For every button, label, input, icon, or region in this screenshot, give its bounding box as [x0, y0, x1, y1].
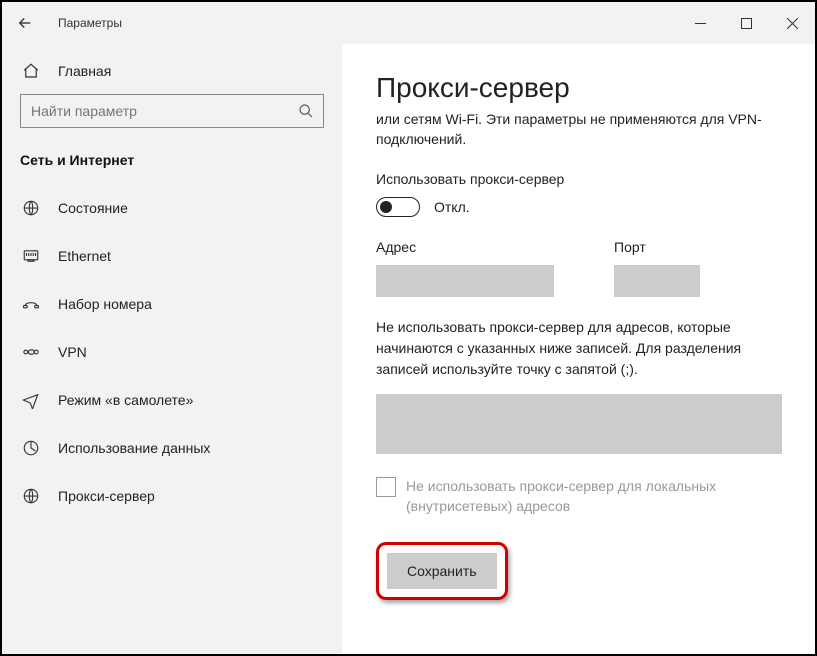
close-button[interactable] — [769, 2, 815, 44]
nav-label: Прокси-сервер — [58, 488, 155, 504]
sidebar: Главная Сеть и Интернет Состояние — [2, 44, 342, 654]
use-proxy-toggle[interactable] — [376, 197, 420, 217]
home-icon — [20, 62, 42, 80]
address-input[interactable] — [376, 265, 554, 297]
nav-item-status[interactable]: Состояние — [2, 184, 342, 232]
nav-item-vpn[interactable]: VPN — [2, 328, 342, 376]
page-title: Прокси-сервер — [376, 72, 781, 104]
local-bypass-checkbox[interactable] — [376, 477, 396, 497]
nav-list: Состояние Ethernet Набор номера — [2, 184, 342, 520]
address-label: Адрес — [376, 239, 554, 255]
toggle-row: Откл. — [376, 197, 781, 217]
window-controls — [677, 2, 815, 44]
home-label: Главная — [58, 63, 111, 79]
nav-label: Режим «в самолете» — [58, 392, 193, 408]
page-description: или сетям Wi-Fi. Эти параметры не примен… — [376, 110, 781, 149]
search-icon — [298, 103, 314, 119]
datausage-icon — [20, 439, 42, 457]
airplane-icon — [20, 391, 42, 409]
nav-label: Набор номера — [58, 296, 152, 312]
toggle-state: Откл. — [434, 199, 470, 215]
nav-item-datausage[interactable]: Использование данных — [2, 424, 342, 472]
port-col: Порт — [614, 239, 700, 297]
status-icon — [20, 199, 42, 217]
toggle-knob — [380, 201, 392, 213]
nav-item-dialup[interactable]: Набор номера — [2, 280, 342, 328]
address-col: Адрес — [376, 239, 554, 297]
home-link[interactable]: Главная — [2, 54, 342, 94]
nav-item-ethernet[interactable]: Ethernet — [2, 232, 342, 280]
nav-label: Состояние — [58, 200, 128, 216]
proxy-icon — [20, 487, 42, 505]
nav-label: VPN — [58, 344, 87, 360]
nav-item-airplane[interactable]: Режим «в самолете» — [2, 376, 342, 424]
window-body: Главная Сеть и Интернет Состояние — [2, 44, 815, 654]
port-input[interactable] — [614, 265, 700, 297]
titlebar: Параметры — [2, 2, 815, 44]
local-bypass-label: Не использовать прокси-сервер для локаль… — [406, 477, 781, 516]
port-label: Порт — [614, 239, 700, 255]
window-title: Параметры — [58, 16, 122, 30]
nav-label: Использование данных — [58, 440, 210, 456]
bypass-textarea[interactable] — [376, 394, 782, 454]
save-highlight: Сохранить — [376, 542, 508, 600]
vpn-icon — [20, 343, 42, 361]
nav-item-proxy[interactable]: Прокси-сервер — [2, 472, 342, 520]
content-area: Прокси-сервер или сетям Wi-Fi. Эти парам… — [342, 44, 815, 654]
save-button[interactable]: Сохранить — [387, 553, 497, 589]
minimize-button[interactable] — [677, 2, 723, 44]
section-label: Сеть и Интернет — [2, 144, 342, 184]
use-proxy-label: Использовать прокси-сервер — [376, 171, 781, 187]
back-button[interactable] — [16, 14, 44, 32]
search-input[interactable] — [20, 94, 324, 128]
dialup-icon — [20, 295, 42, 313]
search-wrap — [2, 94, 342, 144]
maximize-button[interactable] — [723, 2, 769, 44]
nav-label: Ethernet — [58, 248, 111, 264]
local-bypass-row: Не использовать прокси-сервер для локаль… — [376, 477, 781, 516]
ethernet-icon — [20, 247, 42, 265]
bypass-description: Не использовать прокси-сервер для адресо… — [376, 317, 781, 380]
search-box — [20, 94, 324, 128]
address-port-row: Адрес Порт — [376, 239, 781, 297]
settings-window: Параметры Главная — [0, 0, 817, 656]
